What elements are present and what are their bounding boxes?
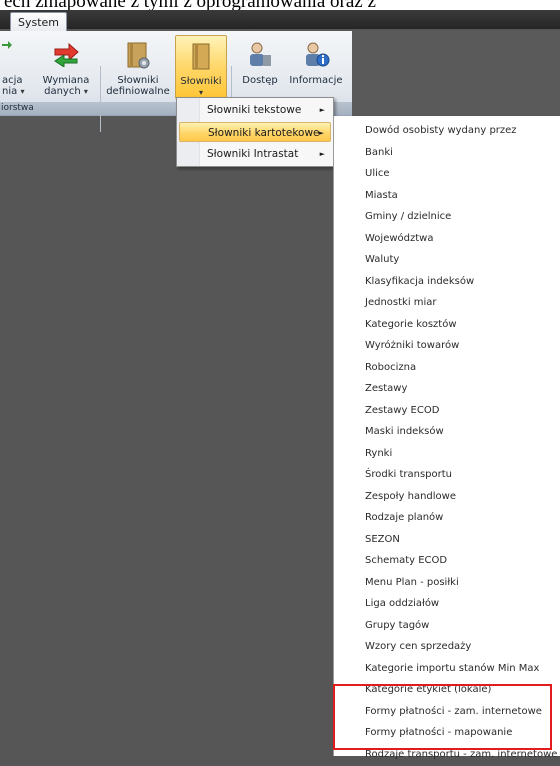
submenu-item[interactable]: Gminy / dzielnice bbox=[365, 206, 451, 228]
menu-item-label: Słowniki kartotekowe bbox=[208, 127, 320, 139]
ribbon-button-slowniki-definiowalne[interactable]: Słowniki definiowalne bbox=[106, 35, 170, 101]
submenu-item[interactable]: Jednostki miar bbox=[365, 292, 437, 314]
ribbon-label-slowniki-def-2: definiowalne bbox=[106, 86, 170, 97]
document-caption-text: ech zmapowane z tymi z oprogramowania or… bbox=[0, 0, 560, 10]
submenu-item[interactable]: Maski indeksów bbox=[365, 421, 444, 443]
arrows-icon bbox=[2, 41, 12, 58]
submenu-item[interactable]: SEZON bbox=[365, 529, 400, 551]
submenu-item[interactable]: Zestawy ECOD bbox=[365, 400, 439, 422]
submenu-item[interactable]: Miasta bbox=[365, 185, 398, 207]
ribbon-label-slowniki: Słowniki bbox=[180, 76, 222, 87]
submenu-item[interactable]: Zespoły handlowe bbox=[365, 486, 456, 508]
submenu-item[interactable]: Liga oddziałów bbox=[365, 593, 439, 615]
submenu-item[interactable]: Kategorie importu stanów Min Max bbox=[365, 658, 539, 680]
tab-system[interactable]: System bbox=[10, 12, 67, 32]
user-info-icon bbox=[302, 41, 330, 72]
menu-item-slowniki-intrastat[interactable]: Słowniki Intrastat ► bbox=[179, 144, 331, 164]
ribbon-button-dostep[interactable]: Dostęp bbox=[237, 35, 283, 101]
submenu-item[interactable]: Robocizna bbox=[365, 357, 416, 379]
submenu-item[interactable]: Środki transportu bbox=[365, 464, 452, 486]
submenu-item[interactable]: Waluty bbox=[365, 249, 399, 271]
ribbon-label-akcja-2: nia bbox=[2, 86, 18, 97]
submenu-arrow-icon: ► bbox=[319, 106, 325, 114]
ribbon-button-wymiana-danych[interactable]: Wymiana danych ▾ bbox=[38, 35, 94, 101]
ribbon-label-dostep: Dostęp bbox=[242, 75, 278, 86]
menu-item-label: Słowniki tekstowe bbox=[207, 104, 302, 116]
submenu-item[interactable]: Banki bbox=[365, 142, 393, 164]
ribbon-button-informacje[interactable]: Informacje bbox=[287, 35, 345, 101]
dropdown-icon: ▾ bbox=[20, 87, 25, 96]
exchange-arrows-icon bbox=[51, 41, 81, 70]
submenu-item[interactable]: Rynki bbox=[365, 443, 392, 465]
menu-item-slowniki-tekstowe[interactable]: Słowniki tekstowe ► bbox=[179, 100, 331, 120]
ribbon-button-slowniki[interactable]: Słowniki ▾ bbox=[175, 35, 227, 99]
dropdown-icon: ▾ bbox=[83, 87, 88, 96]
submenu-item[interactable]: Kategorie kosztów bbox=[365, 314, 457, 336]
book-icon bbox=[188, 42, 214, 75]
ribbon-label-akcja-1: acja bbox=[2, 75, 23, 86]
submenu-arrow-icon: ► bbox=[319, 150, 325, 158]
submenu-arrow-icon: ► bbox=[318, 129, 324, 137]
slowniki-kartotekowe-submenu: Dowód osobisty wydany przez Banki Ulice Mia… bbox=[333, 116, 560, 760]
menu-item-label: Słowniki Intrastat bbox=[207, 148, 299, 160]
ribbon-label-wymiana-1: Wymiana bbox=[42, 75, 90, 86]
ribbon-empty-area bbox=[352, 31, 560, 115]
submenu-item[interactable]: Rodzaje planów bbox=[365, 507, 443, 529]
highlight-annotation-box bbox=[333, 684, 552, 750]
users-icon bbox=[246, 41, 274, 72]
submenu-item[interactable]: Województwa bbox=[365, 228, 433, 250]
submenu-item[interactable]: Wyróżniki towarów bbox=[365, 335, 459, 357]
slowniki-menu: Słowniki tekstowe ► Słowniki kartotekowe… bbox=[176, 97, 334, 167]
submenu-item[interactable]: Klasyfikacja indeksów bbox=[365, 271, 474, 293]
submenu-item[interactable]: Zestawy bbox=[365, 378, 407, 400]
menu-item-slowniki-kartotekowe[interactable]: Słowniki kartotekowe ► bbox=[179, 122, 331, 142]
submenu-item[interactable]: Menu Plan - posiłki bbox=[365, 572, 459, 594]
submenu-item[interactable]: Ulice bbox=[365, 163, 390, 185]
ribbon-separator bbox=[100, 66, 101, 132]
submenu-item[interactable]: Wzory cen sprzedaży bbox=[365, 636, 471, 658]
book-gear-icon bbox=[124, 41, 152, 74]
submenu-item[interactable]: Schematy ECOD bbox=[365, 550, 447, 572]
title-bar bbox=[0, 10, 560, 29]
ribbon-label-slowniki-def-1: Słowniki bbox=[117, 75, 159, 86]
ribbon-label-wymiana-2: danych bbox=[44, 86, 81, 97]
submenu-item[interactable]: Dowód osobisty wydany przez bbox=[365, 120, 517, 142]
submenu-item[interactable]: Grupy tagów bbox=[365, 615, 429, 637]
ribbon-label-informacje: Informacje bbox=[289, 75, 343, 86]
ribbon-button-akcja[interactable]: acja nia ▾ bbox=[0, 35, 30, 101]
